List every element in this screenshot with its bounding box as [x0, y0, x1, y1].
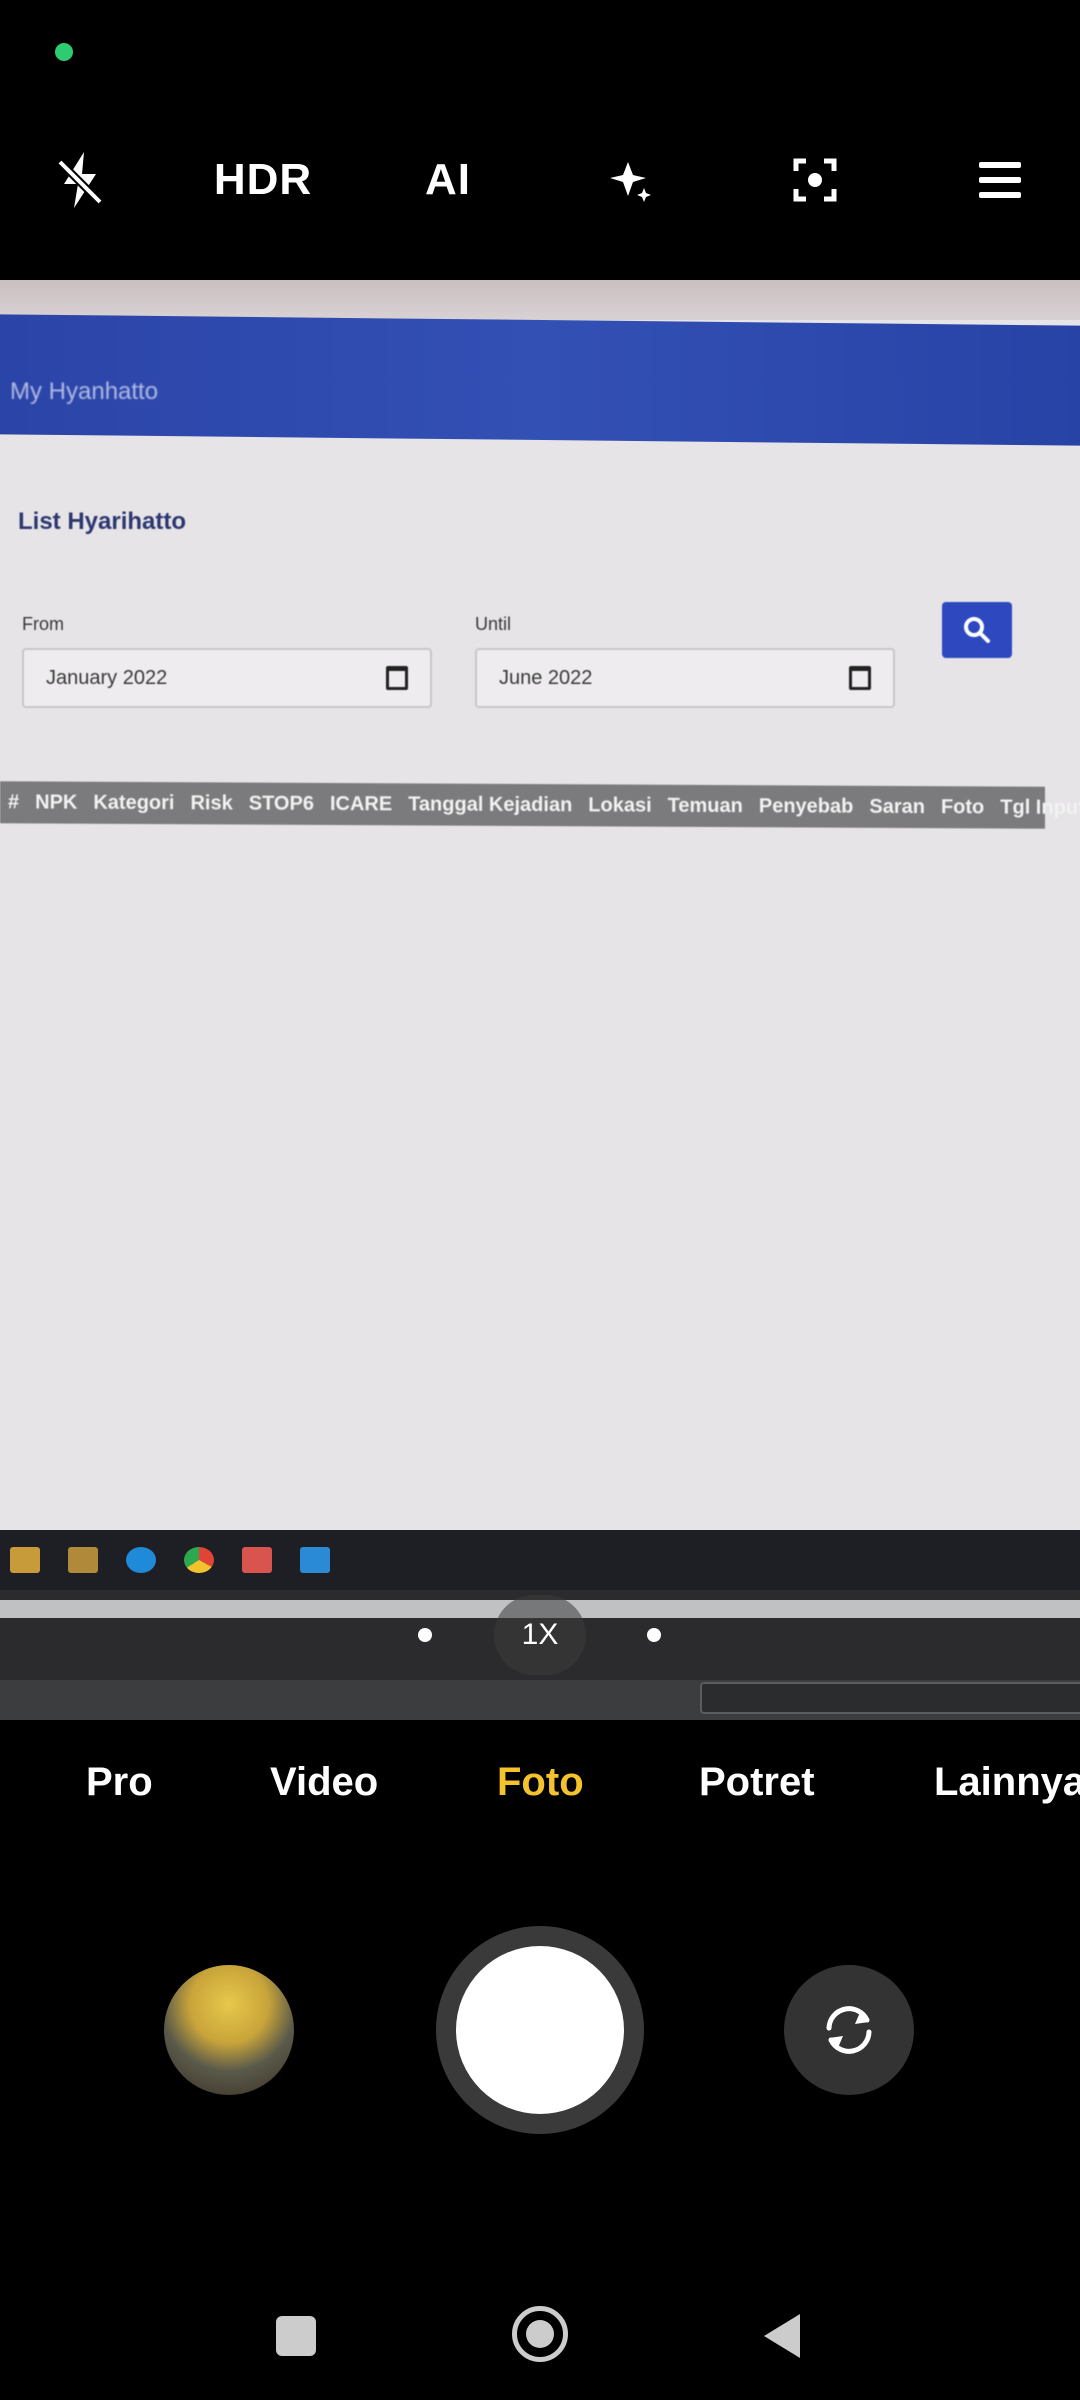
from-date-field: January 2022	[22, 648, 432, 708]
zoom-level-dot[interactable]	[647, 1628, 661, 1642]
mode-pro[interactable]: Pro	[86, 1760, 153, 1805]
beauty-sparkle-icon[interactable]	[575, 120, 685, 240]
app-header-title: My Hyanhatto	[10, 378, 159, 405]
column-header: Tgl Input	[1000, 796, 1080, 819]
focus-scan-icon[interactable]	[760, 120, 870, 240]
until-date-value: June 2022	[499, 666, 593, 689]
column-header: NPK	[35, 790, 78, 814]
column-header: Foto	[940, 795, 985, 818]
until-date-field: June 2022	[475, 648, 895, 708]
menu-icon[interactable]	[945, 120, 1055, 240]
zoom-button[interactable]: 1X	[494, 1595, 586, 1675]
from-date-value: January 2022	[46, 666, 168, 689]
zoom-label: 1X	[521, 1618, 559, 1651]
media-player-icon	[68, 1547, 98, 1573]
column-header: ICARE	[329, 792, 393, 815]
column-header: Temuan	[667, 794, 743, 817]
ai-label: AI	[425, 155, 471, 204]
mode-lainnya[interactable]: Lainnya	[934, 1760, 1080, 1805]
home-icon[interactable]	[512, 2306, 568, 2362]
calendar-icon	[386, 666, 408, 690]
xampp-icon	[242, 1547, 272, 1573]
column-header: STOP6	[248, 792, 314, 815]
ai-toggle[interactable]: AI	[393, 120, 503, 240]
gallery-thumbnail[interactable]	[164, 1965, 294, 2095]
vscode-icon	[300, 1547, 330, 1573]
recents-icon[interactable]	[276, 2316, 316, 2356]
from-label: From	[22, 614, 64, 634]
calendar-icon	[849, 666, 871, 690]
app-header-bar	[0, 314, 1080, 446]
status-indicator-dot	[55, 43, 73, 61]
windows-taskbar	[0, 1530, 1080, 1590]
hdr-toggle[interactable]: HDR	[208, 120, 318, 240]
column-header: Kategori	[93, 791, 175, 814]
chrome-browser-icon	[184, 1547, 214, 1573]
camera-toolbar: HDR AI	[0, 120, 1080, 240]
back-icon[interactable]	[762, 2312, 802, 2365]
zoom-level-dot[interactable]	[418, 1628, 432, 1642]
switch-camera-icon	[826, 2006, 872, 2054]
column-header: Saran	[869, 795, 925, 818]
flip-camera-button[interactable]	[784, 1965, 914, 2095]
column-header: Tanggal Kejadian	[408, 792, 573, 816]
column-header: Risk	[190, 791, 233, 814]
mode-potret[interactable]: Potret	[699, 1760, 815, 1805]
shutter-button[interactable]	[456, 1946, 624, 2114]
file-explorer-icon	[10, 1547, 40, 1573]
monitor-top-edge	[0, 280, 1080, 320]
page-title: List Hyarihatto	[18, 508, 187, 535]
search-icon	[964, 617, 990, 643]
until-label: Until	[475, 614, 512, 634]
monitor-buttons	[700, 1682, 1080, 1714]
column-header: Lokasi	[588, 793, 652, 817]
column-header: Penyebab	[758, 794, 854, 818]
camera-mode-selector: Pro Video Foto Potret Lainnya	[0, 1760, 1080, 1840]
mode-video[interactable]: Video	[270, 1760, 378, 1805]
flash-off-icon[interactable]	[25, 120, 135, 240]
edge-browser-icon	[126, 1547, 156, 1573]
camera-viewfinder[interactable]: My Hyanhatto List Hyarihatto From Januar…	[0, 280, 1080, 1720]
table-header: # NPK Kategori Risk STOP6 ICARE Tanggal …	[0, 781, 1080, 829]
column-header: #	[8, 790, 20, 813]
mode-foto[interactable]: Foto	[497, 1760, 584, 1805]
search-button	[942, 602, 1012, 658]
hdr-label: HDR	[213, 155, 313, 204]
